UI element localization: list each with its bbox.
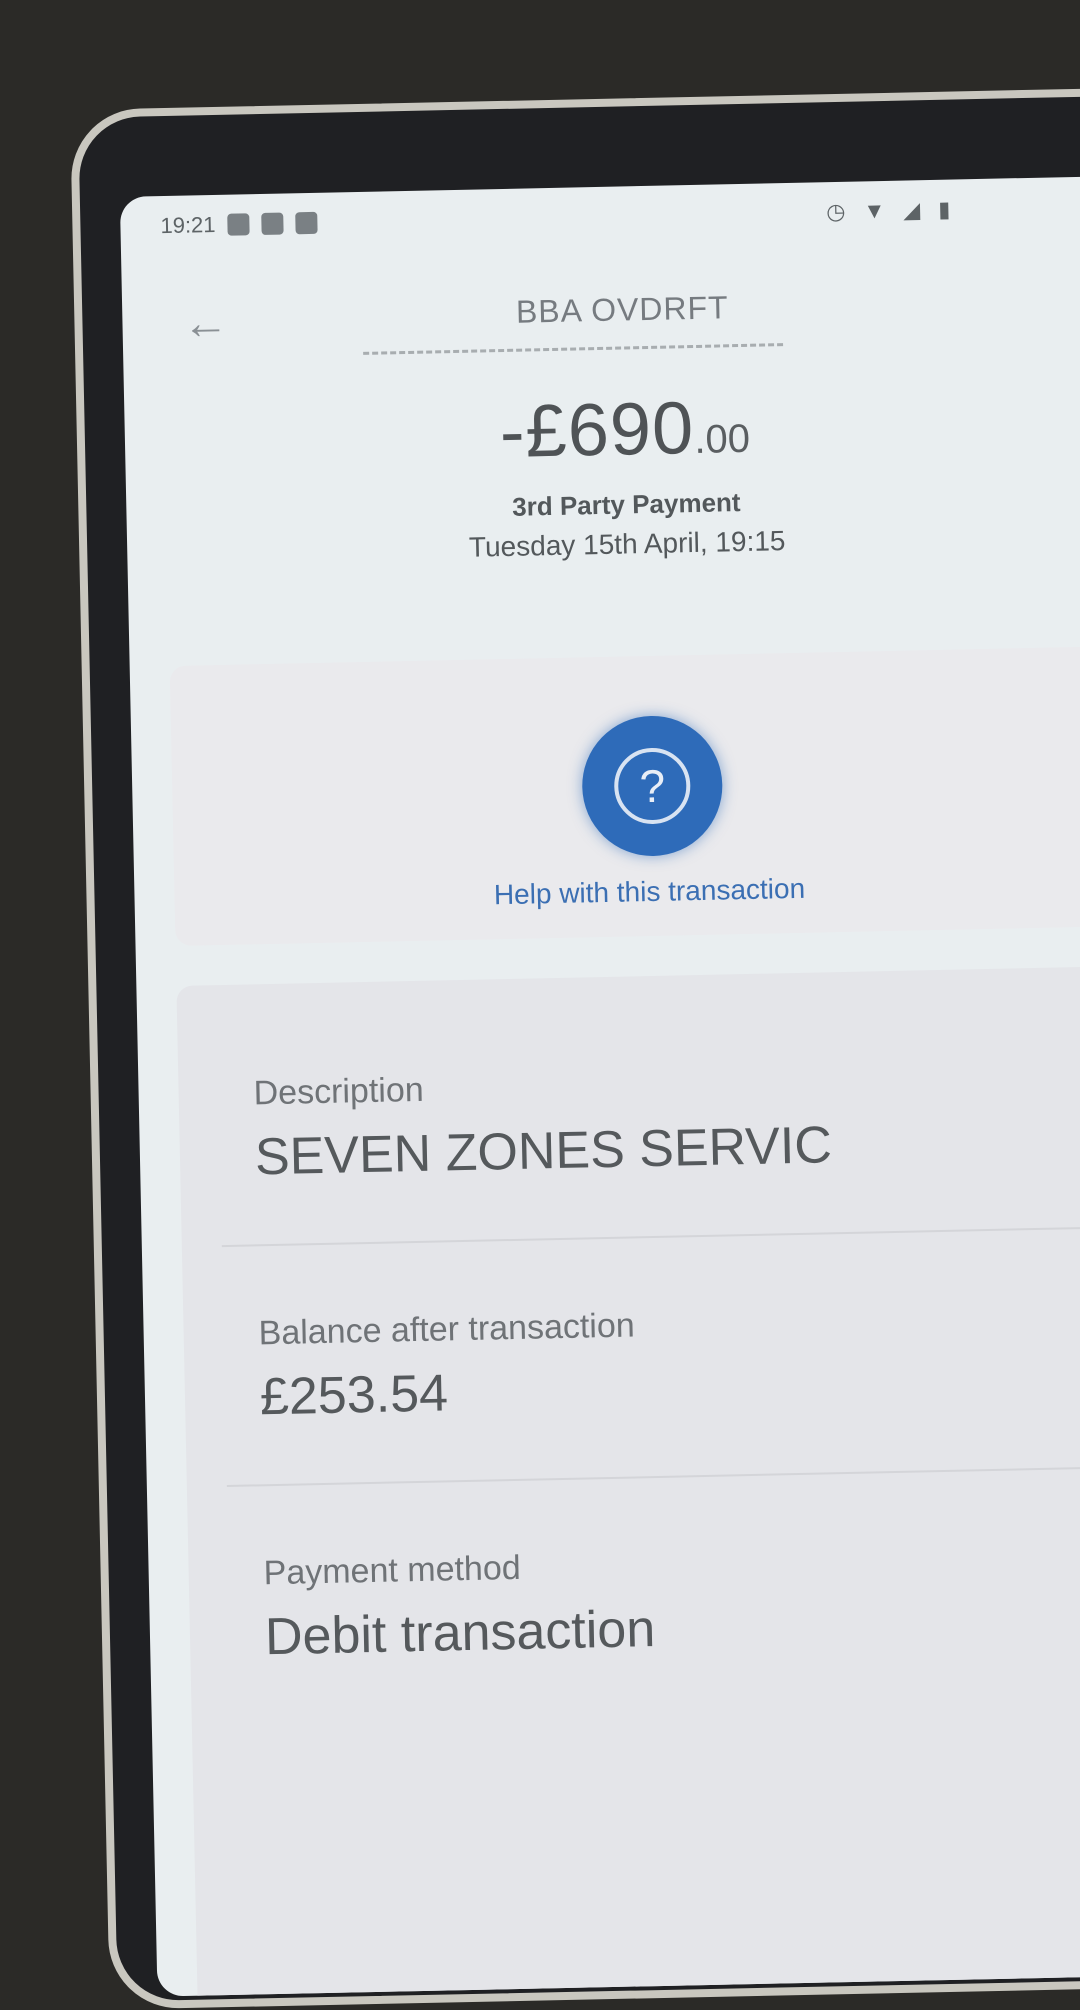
help-button[interactable]: ?	[580, 714, 724, 858]
balance-value: £253.54	[259, 1364, 449, 1427]
notification-icon	[261, 212, 284, 236]
divider	[221, 1226, 1080, 1248]
notification-icon	[295, 211, 318, 235]
status-right: ◷ ▼ ◢ ▮	[826, 197, 951, 226]
description-section: Description SEVEN ZONES SERVIC	[253, 1062, 832, 1187]
payment-method-section: Payment method Debit transaction	[263, 1546, 655, 1667]
notification-icon	[227, 213, 250, 236]
payment-method-value: Debit transaction	[264, 1600, 656, 1667]
payment-method-label: Payment method	[263, 1548, 522, 1593]
help-card[interactable]: ? Help with this transaction	[169, 646, 1080, 946]
question-mark-icon: ?	[613, 747, 692, 825]
transaction-summary: -£690.00 3rd Party Payment Tuesday 15th …	[124, 376, 1080, 571]
help-label[interactable]: Help with this transaction	[174, 866, 1080, 918]
app-screen: 19:21 ◷ ▼ ◢ ▮ ← BBA OVDRFT -£690.00 3rd …	[119, 176, 1080, 1997]
description-value: SEVEN ZONES SERVIC	[254, 1116, 833, 1187]
balance-label: Balance after transaction	[258, 1306, 636, 1353]
divider	[226, 1466, 1080, 1488]
wifi-icon: ▼	[863, 197, 886, 224]
signal-icon: ◢	[902, 197, 921, 223]
transaction-details-card: Description SEVEN ZONES SERVIC Balance a…	[176, 966, 1080, 1997]
description-label: Description	[253, 1070, 425, 1113]
transaction-amount: -£690.00	[124, 376, 1080, 482]
status-time: 19:21	[160, 211, 216, 239]
amount-main: -£690	[499, 386, 695, 474]
page-title: BBA OVDRFT	[515, 289, 729, 330]
amount-pence: .00	[693, 416, 751, 462]
alarm-icon: ◷	[826, 198, 846, 225]
status-left: 19:21	[160, 210, 318, 239]
phone-device: 19:21 ◷ ▼ ◢ ▮ ← BBA OVDRFT -£690.00 3rd …	[70, 87, 1080, 2010]
battery-icon: ▮	[937, 196, 951, 222]
balance-section: Balance after transaction £253.54	[258, 1306, 636, 1427]
